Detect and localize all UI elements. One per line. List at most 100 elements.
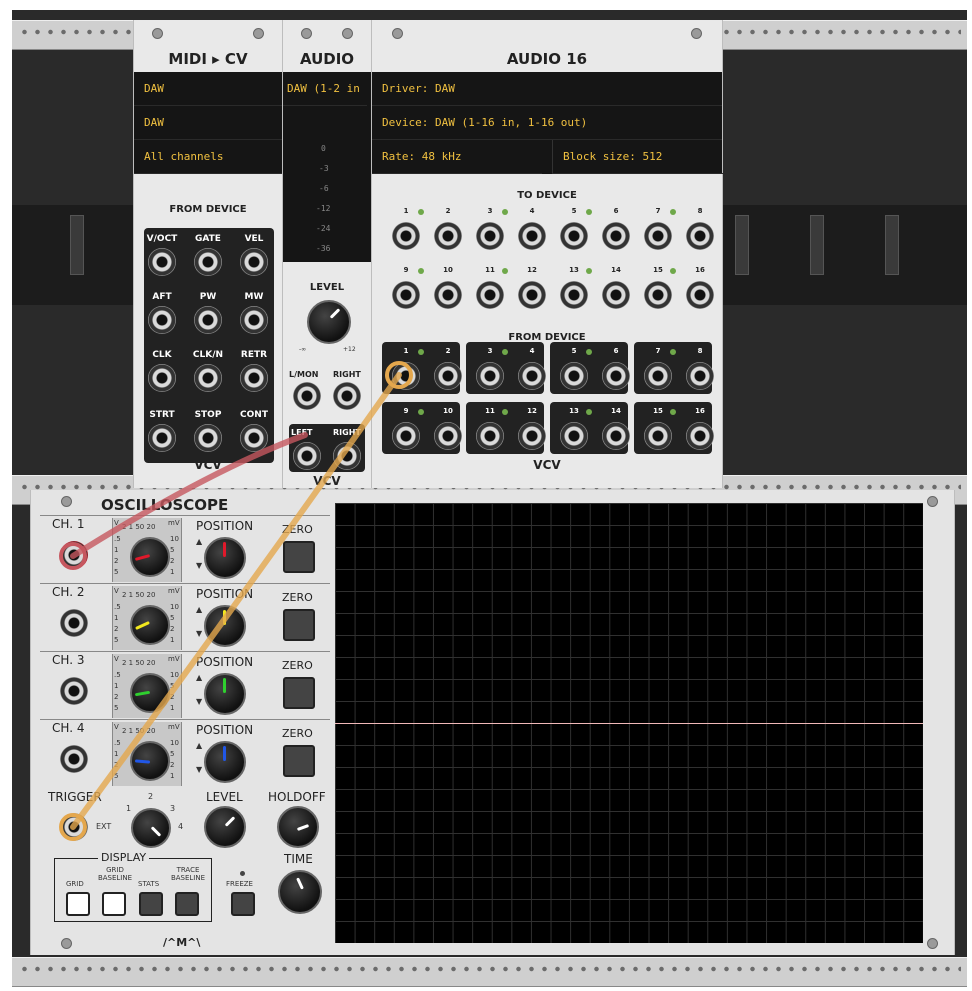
audio-lcd[interactable]: DAW (1-2 in 0 -3 -6 -12 -24 -36 xyxy=(283,72,371,262)
strt-output-jack[interactable] xyxy=(148,424,176,452)
from-device-output-jack[interactable] xyxy=(602,362,630,390)
clkn-output-jack[interactable] xyxy=(194,364,222,392)
from-device-output-jack[interactable] xyxy=(476,422,504,450)
scale-right-label: 2 xyxy=(170,693,175,701)
trigger-source-label: 2 xyxy=(148,792,154,801)
position-knob[interactable] xyxy=(204,741,246,783)
from-device-output-jack[interactable] xyxy=(434,362,462,390)
vcv-logo: VCV xyxy=(533,458,561,472)
zero-button[interactable] xyxy=(283,609,315,641)
jack-number: 6 xyxy=(613,207,619,215)
scale-knob[interactable] xyxy=(130,605,170,645)
to-device-input-jack[interactable] xyxy=(560,281,588,309)
position-knob[interactable] xyxy=(204,673,246,715)
lmon-input-jack[interactable] xyxy=(293,382,321,410)
to-device-input-jack[interactable] xyxy=(518,281,546,309)
channel-input-jack[interactable] xyxy=(60,609,88,637)
freeze-button[interactable] xyxy=(231,892,255,916)
position-knob[interactable] xyxy=(204,605,246,647)
pw-output-jack[interactable] xyxy=(194,306,222,334)
from-device-output-jack[interactable] xyxy=(560,362,588,390)
right-output-jack[interactable] xyxy=(333,442,361,470)
position-knob[interactable] xyxy=(204,537,246,579)
time-knob[interactable] xyxy=(278,870,322,914)
to-device-input-jack[interactable] xyxy=(518,222,546,250)
mw-output-jack[interactable] xyxy=(240,306,268,334)
to-device-input-jack[interactable] xyxy=(602,281,630,309)
to-device-input-jack[interactable] xyxy=(434,222,462,250)
block-size-row[interactable]: Block size: 512 xyxy=(552,140,723,174)
from-device-output-jack[interactable] xyxy=(644,362,672,390)
scale-knob[interactable] xyxy=(130,537,170,577)
grid-toggle[interactable] xyxy=(66,892,90,916)
from-device-output-jack[interactable] xyxy=(392,422,420,450)
vel-output-jack[interactable] xyxy=(240,248,268,276)
clk-output-jack[interactable] xyxy=(148,364,176,392)
holdoff-label: HOLDOFF xyxy=(268,790,326,804)
scale-mv-label: mV xyxy=(168,723,180,731)
scope-display[interactable] xyxy=(335,503,923,943)
left-output-jack[interactable] xyxy=(293,442,321,470)
from-device-output-jack[interactable] xyxy=(560,422,588,450)
to-device-input-jack[interactable] xyxy=(644,281,672,309)
gate-output-jack[interactable] xyxy=(194,248,222,276)
zero-button[interactable] xyxy=(283,677,315,709)
channel-input-jack[interactable] xyxy=(60,677,88,705)
trigger-source-knob[interactable] xyxy=(131,808,171,848)
to-device-input-jack[interactable] xyxy=(392,222,420,250)
midi-driver-row[interactable]: DAW xyxy=(134,72,282,106)
scale-top-label: 2 1 50 20 xyxy=(122,591,156,599)
right-input-jack[interactable] xyxy=(333,382,361,410)
audio-device-row[interactable]: DAW (1-2 in xyxy=(283,72,367,106)
midi-cv-lcd[interactable]: DAW DAW All channels xyxy=(134,72,282,174)
cont-output-jack[interactable] xyxy=(240,424,268,452)
to-device-input-jack[interactable] xyxy=(686,222,714,250)
driver-row[interactable]: Driver: DAW xyxy=(372,72,722,106)
stats-toggle[interactable] xyxy=(139,892,163,916)
trigger-input-jack[interactable] xyxy=(60,813,88,841)
meter-label: -24 xyxy=(316,224,331,233)
to-device-input-jack[interactable] xyxy=(602,222,630,250)
scale-knob[interactable] xyxy=(130,673,170,713)
from-device-output-jack[interactable] xyxy=(518,362,546,390)
zero-button[interactable] xyxy=(283,745,315,777)
screw xyxy=(927,496,938,507)
scale-knob[interactable] xyxy=(130,741,170,781)
rate-row[interactable]: Rate: 48 kHz xyxy=(372,140,542,174)
scale-right-label: 2 xyxy=(170,761,175,769)
from-device-output-jack[interactable] xyxy=(686,362,714,390)
aft-output-jack[interactable] xyxy=(148,306,176,334)
channel-input-jack[interactable] xyxy=(60,745,88,773)
from-device-output-jack[interactable] xyxy=(476,362,504,390)
midi-device-row[interactable]: DAW xyxy=(134,106,282,140)
stop-output-jack[interactable] xyxy=(194,424,222,452)
scale-right-label: 10 xyxy=(170,739,179,747)
midi-channel-row[interactable]: All channels xyxy=(134,140,282,174)
holdoff-knob[interactable] xyxy=(277,806,319,848)
voct-output-jack[interactable] xyxy=(148,248,176,276)
from-device-output-jack[interactable] xyxy=(644,422,672,450)
retr-output-jack[interactable] xyxy=(240,364,268,392)
jack-number: 1 xyxy=(403,347,409,355)
audio16-lcd[interactable]: Driver: DAW Device: DAW (1-16 in, 1-16 o… xyxy=(372,72,723,174)
to-device-input-jack[interactable] xyxy=(392,281,420,309)
to-device-input-jack[interactable] xyxy=(686,281,714,309)
from-device-output-jack[interactable] xyxy=(434,422,462,450)
grid-baseline-toggle[interactable] xyxy=(102,892,126,916)
to-device-input-jack[interactable] xyxy=(476,222,504,250)
to-device-input-jack[interactable] xyxy=(560,222,588,250)
to-device-input-jack[interactable] xyxy=(644,222,672,250)
from-device-output-jack[interactable] xyxy=(686,422,714,450)
scale-left-label: 1 xyxy=(114,750,119,758)
trace-baseline-toggle[interactable] xyxy=(175,892,199,916)
from-device-output-jack[interactable] xyxy=(602,422,630,450)
zero-button[interactable] xyxy=(283,541,315,573)
from-device-output-jack[interactable] xyxy=(518,422,546,450)
to-device-input-jack[interactable] xyxy=(476,281,504,309)
device-row[interactable]: Device: DAW (1-16 in, 1-16 out) xyxy=(372,106,722,140)
from-device-output-jack[interactable] xyxy=(392,362,420,390)
level-knob[interactable] xyxy=(307,300,351,344)
to-device-input-jack[interactable] xyxy=(434,281,462,309)
trigger-level-knob[interactable] xyxy=(204,806,246,848)
channel-input-jack[interactable] xyxy=(60,541,88,569)
